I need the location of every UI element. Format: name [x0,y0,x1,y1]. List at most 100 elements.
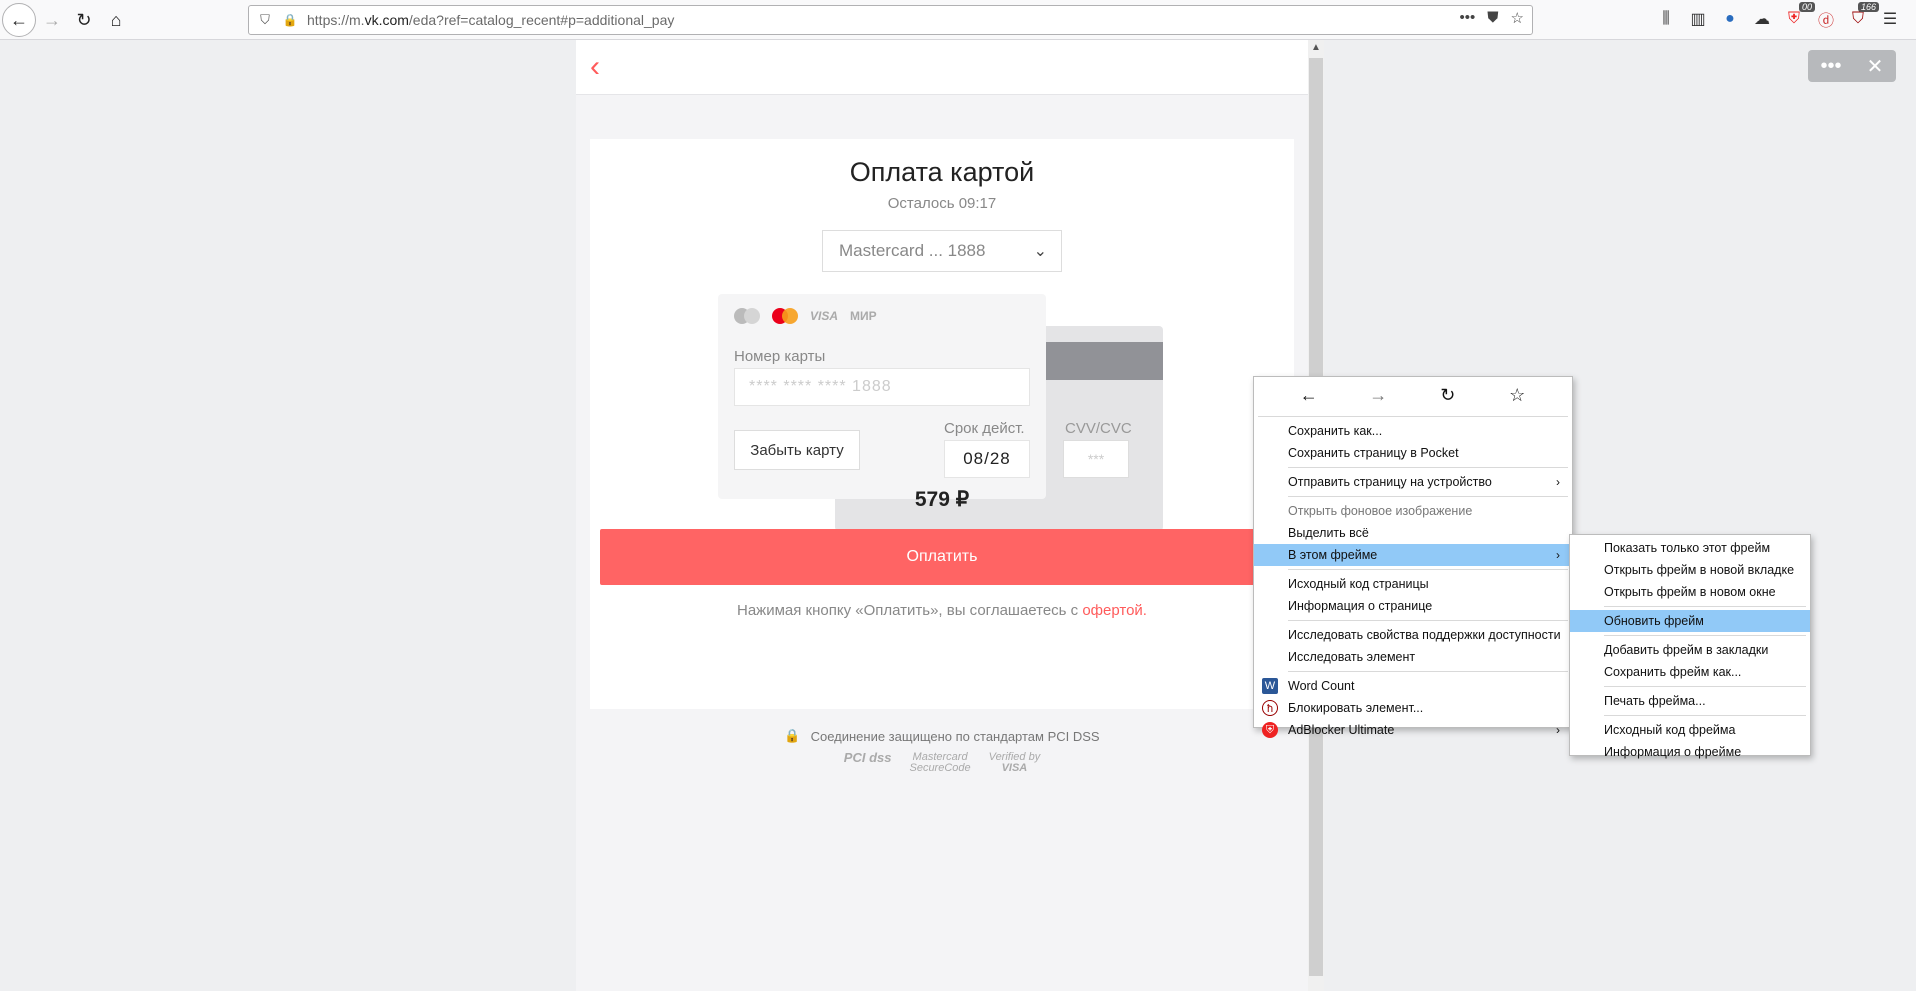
submenu-frame-source[interactable]: Исходный код фрейма [1570,719,1810,741]
lock-icon[interactable]: 🔒 [281,13,299,27]
expiry-input[interactable]: 08/28 [944,440,1030,478]
chevron-right-icon: › [1556,548,1560,562]
context-nav-row: ← → ↻ ☆ [1254,377,1572,413]
arrow-right-icon: → [43,9,61,30]
back-chevron-icon[interactable]: ‹ [590,50,600,84]
menu-item-label: AdBlocker Ultimate [1288,723,1395,737]
menu-item-page-info[interactable]: Информация о странице [1254,595,1572,617]
overlay-controls: ••• ✕ [1808,50,1896,82]
bookmark-star-icon[interactable]: ☆ [1511,9,1524,27]
visa-logo: VISA [810,309,839,323]
menu-item-block-element[interactable]: ħ Блокировать элемент... [1254,697,1572,719]
submenu-save-frame[interactable]: Сохранить фрейм как... [1570,661,1810,683]
submenu-open-frame-tab[interactable]: Открыть фрейм в новой вкладке [1570,559,1810,581]
menu-item-save-as[interactable]: Сохранить как... [1254,420,1572,442]
amount-text: 579 ₽ [914,488,970,511]
d-extension-icon[interactable]: ⓓ [1815,8,1837,30]
bookmark-star-icon[interactable]: ☆ [1502,385,1532,406]
menu-item-label: Отправить страницу на устройство [1288,475,1492,489]
security-logos: PCI dss Mastercard SecureCode Verified by… [576,751,1308,774]
arrow-left-icon[interactable]: ← [1294,385,1324,406]
menu-separator [1604,715,1806,716]
submenu-print-frame[interactable]: Печать фрейма... [1570,690,1810,712]
word-icon: W [1262,678,1278,694]
ublock-icon[interactable]: ⛉ 166 [1847,2,1879,30]
menu-separator [1288,467,1568,468]
menu-separator [1258,416,1568,417]
arrow-right-icon[interactable]: → [1363,385,1393,406]
scroll-up-icon[interactable]: ▲ [1311,42,1321,53]
mir-logo: МИР [850,309,877,323]
arrow-left-icon: ← [10,9,28,30]
url-path: /eda?ref=catalog_recent#p=additional_pay [408,12,675,28]
secure-notice: 🔒 Соединение защищено по стандартам PCI … [576,728,1308,744]
cvv-input[interactable]: *** [1063,440,1129,478]
submenu-bookmark-frame[interactable]: Добавить фрейм в закладки [1570,639,1810,661]
menu-item-label: Блокировать элемент... [1288,701,1424,715]
submenu-open-frame-window[interactable]: Открыть фрейм в новом окне [1570,581,1810,603]
menu-item-adblocker[interactable]: ⛨ AdBlocker Ultimate › [1254,719,1572,741]
chevron-down-icon: ⌄ [1033,243,1047,260]
url-actions: ••• ⛊ ☆ [1460,9,1524,27]
url-domain: vk.com [364,12,409,28]
menu-item-inspect-element[interactable]: Исследовать элемент [1254,646,1572,668]
page-header: ‹ [576,40,1308,95]
card-number-input[interactable]: **** **** **** 1888 [734,368,1030,406]
frame-submenu: Показать только этот фрейм Открыть фрейм… [1569,534,1811,759]
payment-card: Оплата картой Осталось 09:17 Mastercard … [590,139,1294,709]
reload-icon: ↻ [76,9,92,30]
submenu-reload-frame[interactable]: Обновить фрейм [1570,610,1810,632]
menu-item-select-all[interactable]: Выделить всё [1254,522,1572,544]
cvv-label: CVV/CVC [1065,420,1132,437]
forward-button[interactable]: → [36,4,68,36]
menu-separator [1604,635,1806,636]
selected-card-label: Mastercard ... 1888 [839,241,986,260]
globe-extension-icon[interactable]: ● [1719,8,1741,30]
menu-separator [1288,671,1568,672]
reload-button[interactable]: ↻ [68,4,100,36]
visa-logo-line2: VISA [1001,762,1028,774]
submenu-show-frame-only[interactable]: Показать только этот фрейм [1570,537,1810,559]
close-icon[interactable]: ✕ [1867,54,1884,79]
timer-text: Осталось 09:17 [887,195,997,212]
home-icon: ⌂ [110,9,122,30]
more-icon[interactable]: ••• [1821,55,1842,78]
menu-item-this-frame[interactable]: В этом фрейме › [1254,544,1572,566]
pay-button[interactable]: Оплатить [600,529,1284,585]
reload-icon[interactable]: ↻ [1433,385,1463,406]
menu-item-label: Word Count [1288,679,1355,693]
menu-item-send-to-device[interactable]: Отправить страницу на устройство › [1254,471,1572,493]
menu-item-page-source[interactable]: Исходный код страницы [1254,573,1572,595]
adblocker-icon[interactable]: ⛨ 00 [1783,2,1815,30]
library-icon[interactable]: ⫼ [1655,8,1677,30]
expiry-label: Срок дейст. [944,420,1025,437]
forget-card-button[interactable]: Забыть карту [734,430,860,470]
menu-item-inspect-accessibility[interactable]: Исследовать свойства поддержки доступнос… [1254,624,1572,646]
adblocker-badge: 00 [1798,2,1815,12]
agreement-text: Нажимая кнопку «Оплатить», вы соглашаете… [590,602,1294,619]
menu-separator [1288,620,1568,621]
menu-icon[interactable]: ☰ [1879,8,1901,30]
cloud-extension-icon[interactable]: ☁ [1751,8,1773,30]
card-select[interactable]: Mastercard ... 1888 ⌄ [822,230,1062,272]
url-prefix: https://m. [307,12,365,28]
menu-item-open-background[interactable]: Открыть фоновое изображение [1254,500,1572,522]
home-button[interactable]: ⌂ [100,4,132,36]
back-button[interactable]: ← [2,3,36,37]
ublock-badge: 166 [1857,2,1879,12]
verified-by-visa-logo: Verified by VISA [989,752,1041,774]
sidebar-icon[interactable]: ▥ [1687,8,1709,30]
card-front: VISA МИР Номер карты **** **** **** 1888… [718,294,1046,499]
context-menu: ← → ↻ ☆ Сохранить как... Сохранить стран… [1253,376,1573,738]
tracking-shield-icon[interactable]: ⛉ [255,12,275,28]
pocket-icon[interactable]: ⛊ [1487,9,1498,27]
menu-item-word-count[interactable]: W Word Count [1254,675,1572,697]
menu-item-save-pocket[interactable]: Сохранить страницу в Pocket [1254,442,1572,464]
card-number-label: Номер карты [734,348,826,365]
page-title: Оплата картой [849,157,1035,187]
offer-link[interactable]: офертой. [1082,602,1147,619]
submenu-frame-info[interactable]: Информация о фрейме [1570,741,1810,763]
url-bar[interactable]: ⛉ 🔒 https://m.vk.com/eda?ref=catalog_rec… [248,5,1533,35]
card-brands: VISA МИР [734,308,877,324]
page-actions-icon[interactable]: ••• [1460,9,1476,27]
